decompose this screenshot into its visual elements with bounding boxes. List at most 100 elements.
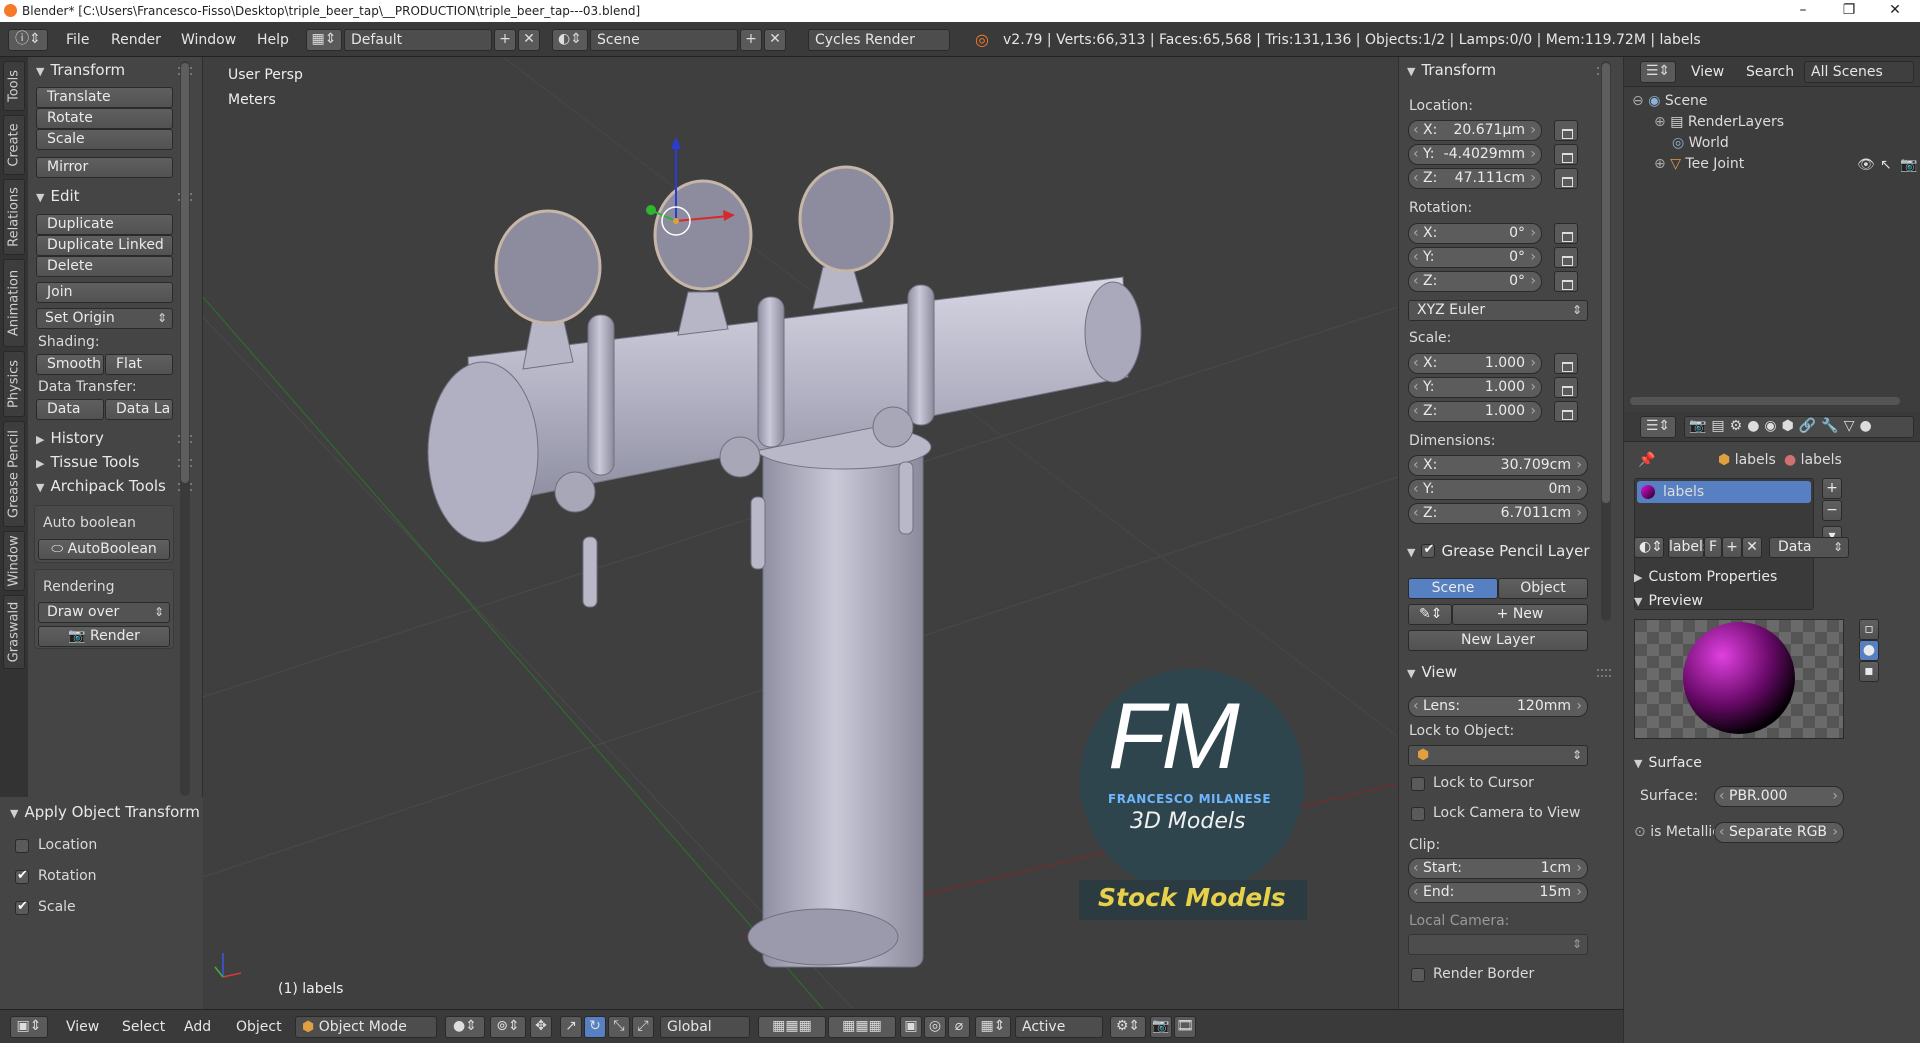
breadcrumb-material[interactable]: ● labels (1784, 452, 1842, 468)
properties-tabs[interactable]: 📷▤⚙●◉⬢🔗🔧▽● (1684, 416, 1914, 438)
lock-object-field[interactable]: ⬢ (1408, 745, 1588, 766)
preview-header[interactable]: ▼ Preview (1634, 593, 1703, 609)
edit-panel-header[interactable]: ▼ Edit (36, 187, 80, 205)
render-border-checkbox[interactable] (1411, 968, 1425, 982)
render-button[interactable]: 📷 Render (38, 626, 170, 647)
clip-start-field[interactable]: Start:1cm (1408, 858, 1588, 879)
lock-rotation-y-icon[interactable] (1554, 247, 1578, 268)
menu-add[interactable]: Add (184, 1019, 211, 1035)
gp-new-button[interactable]: + New (1452, 604, 1588, 625)
display-mode-dropdown[interactable]: All Scenes (1804, 61, 1914, 83)
rotate-manipulator-icon[interactable]: ↻ (584, 1016, 606, 1038)
panel-grip[interactable] (1597, 669, 1611, 677)
custom-properties-header[interactable]: ▶ Custom Properties (1634, 569, 1777, 585)
lock-location-z-icon[interactable] (1554, 168, 1578, 189)
menu-render[interactable]: Render (111, 32, 161, 48)
scale-y-field[interactable]: Y:1.000 (1408, 377, 1542, 398)
location-z-field[interactable]: Z:47.111cm (1408, 168, 1542, 189)
scene-icon[interactable]: ◐⇕ (552, 29, 588, 51)
gp-scene-tab[interactable]: Scene (1408, 578, 1498, 599)
join-button[interactable]: Join (36, 282, 173, 303)
snap-element-icon[interactable]: ▦⇕ (975, 1016, 1011, 1038)
rotate-button[interactable]: Rotate (36, 108, 173, 129)
gp-pencil-icon[interactable]: ✎⇕ (1408, 604, 1452, 625)
auto-boolean-button[interactable]: ⬭ AutoBoolean (38, 539, 170, 560)
lens-field[interactable]: Lens:120mm (1408, 696, 1588, 717)
breadcrumb-object[interactable]: ⬢ labels (1718, 452, 1776, 468)
fake-user-button[interactable]: F (1704, 537, 1722, 558)
proportional-edit-icon[interactable]: ◎ (924, 1016, 946, 1038)
metallic-node-field[interactable]: Separate RGB (1714, 822, 1844, 843)
scale-button[interactable]: Scale (36, 129, 173, 150)
material-browse-icon[interactable]: ◐⇕ (1634, 537, 1664, 558)
outliner-item-tee-joint[interactable]: ⊕ ▽ Tee Joint (1654, 156, 1744, 172)
gp-new-layer-button[interactable]: New Layer (1408, 630, 1588, 651)
manipulator-toggle-icon[interactable]: ✥ (530, 1016, 552, 1038)
outliner-item-scene[interactable]: ⊖ ◉ Scene (1632, 93, 1708, 109)
history-panel-header[interactable]: ▶ History (36, 429, 104, 447)
viewport-editor-icon[interactable]: ▣⇕ (10, 1016, 48, 1038)
dimension-y-field[interactable]: Y:0m (1408, 479, 1588, 500)
renderability-camera-icon[interactable]: 📷 (1900, 157, 1917, 173)
material-slot-item[interactable]: labels (1637, 481, 1811, 503)
view-panel-header[interactable]: ▼ View (1407, 663, 1457, 681)
tab-relations[interactable]: Relations (3, 179, 25, 255)
tissue-tools-header[interactable]: ▶ Tissue Tools (36, 453, 139, 471)
mirror-button[interactable]: Mirror (36, 157, 173, 178)
rotation-mode-dropdown[interactable]: XYZ Euler (1408, 300, 1588, 321)
archipack-tools-header[interactable]: ▼ Archipack Tools (36, 477, 166, 495)
tab-window[interactable]: Window (3, 531, 25, 591)
delete-scene-button[interactable]: ✕ (764, 29, 786, 51)
location-y-field[interactable]: Y:-4.4029mm (1408, 144, 1542, 165)
link-type-dropdown[interactable]: Data (1769, 537, 1849, 558)
rotation-z-field[interactable]: Z:0° (1408, 271, 1542, 292)
translate-button[interactable]: Translate (36, 87, 173, 108)
lock-to-cursor-checkbox[interactable] (1411, 777, 1425, 791)
menu-file[interactable]: File (66, 32, 89, 48)
scale-checkbox[interactable] (15, 899, 29, 915)
3d-viewport[interactable]: User Persp Meters (1) labels FM FRANCESC… (203, 57, 1398, 1009)
lock-location-x-icon[interactable] (1554, 120, 1578, 141)
lock-rotation-z-icon[interactable] (1554, 271, 1578, 292)
pin-icon[interactable]: 📌 (1638, 452, 1655, 468)
dimension-x-field[interactable]: X:30.709cm (1408, 455, 1588, 476)
surface-node-field[interactable]: PBR.000 (1714, 786, 1844, 807)
draw-over-dropdown[interactable]: Draw over (38, 602, 170, 623)
apply-transform-header[interactable]: ▼ Apply Object Transform (10, 803, 200, 821)
outliner-item-world[interactable]: ◎ World (1672, 135, 1729, 151)
outliner-item-renderlayers[interactable]: ⊕ ▤ RenderLayers (1654, 114, 1784, 130)
tab-graswald[interactable]: Graswald (3, 595, 25, 669)
layers-grid-2-icon[interactable]: ▦▦▦ (828, 1016, 896, 1038)
pivot-point-icon[interactable]: ⊚⇕ (490, 1016, 526, 1038)
render-engine-dropdown[interactable]: Cycles Render (808, 29, 950, 51)
transform-panel-header[interactable]: ▼ Transform (1407, 61, 1496, 79)
local-camera-field[interactable] (1408, 934, 1588, 955)
lock-scale-y-icon[interactable] (1554, 377, 1578, 398)
unlink-material-button[interactable]: ✕ (1742, 537, 1762, 558)
menu-window[interactable]: Window (181, 32, 236, 48)
delete-layout-button[interactable]: ✕ (518, 29, 540, 51)
maximize-button[interactable]: ❐ (1826, 0, 1872, 22)
transform-panel-header[interactable]: ▼ Transform (36, 61, 125, 79)
rotation-x-field[interactable]: X:0° (1408, 223, 1542, 244)
opengl-render-icon[interactable]: 📷 (1150, 1016, 1172, 1038)
outliner-view-menu[interactable]: View (1691, 64, 1724, 80)
duplicate-button[interactable]: Duplicate (36, 214, 173, 235)
tab-physics[interactable]: Physics (3, 351, 25, 417)
set-origin-dropdown[interactable]: Set Origin (36, 308, 173, 329)
toolshelf-scrollbar[interactable] (180, 61, 190, 796)
data-layout-button[interactable]: Data La (105, 399, 173, 420)
flat-button[interactable]: Flat (105, 354, 173, 375)
manipulator-extra-icon[interactable]: ⤢ (632, 1016, 654, 1038)
grease-pencil-layer-header[interactable]: ▼Grease Pencil Layer (1407, 542, 1590, 560)
clip-end-field[interactable]: End:15m (1408, 882, 1588, 903)
material-name-field[interactable]: labels (1668, 537, 1710, 558)
snap-target-dropdown[interactable]: Active (1015, 1016, 1103, 1038)
remove-slot-button[interactable]: − (1822, 500, 1842, 521)
add-slot-button[interactable]: + (1822, 478, 1842, 499)
rotation-checkbox[interactable] (15, 868, 29, 884)
lock-rotation-x-icon[interactable] (1554, 223, 1578, 244)
shading-mode-icon[interactable]: ●⇕ (445, 1016, 485, 1038)
snap-icon[interactable]: ⌀ (948, 1016, 970, 1038)
menu-view[interactable]: View (66, 1019, 99, 1035)
